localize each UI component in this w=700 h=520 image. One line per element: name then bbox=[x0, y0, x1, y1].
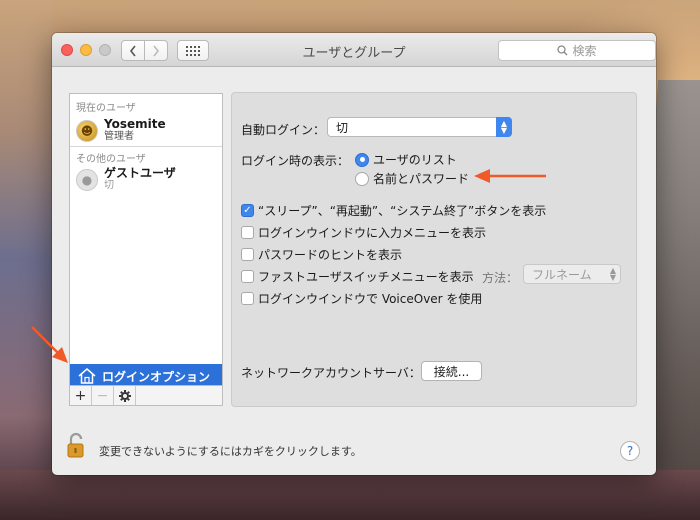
checkbox-icon bbox=[241, 226, 254, 239]
login-options-label: ログインオプション bbox=[102, 369, 211, 384]
user-role: 管理者 bbox=[104, 131, 134, 142]
wallpaper-left bbox=[0, 0, 52, 520]
checkbox-fast-user-switch[interactable]: ファストユーザスイッチメニューを表示 bbox=[241, 268, 474, 285]
display-label: ログイン時の表示： bbox=[241, 154, 350, 168]
unlocked-lock-icon[interactable] bbox=[66, 431, 88, 459]
wallpaper-ground bbox=[0, 470, 700, 520]
user-role: 切 bbox=[104, 180, 114, 191]
checkbox-label: パスワードのヒントを表示 bbox=[258, 248, 403, 262]
checkbox-icon bbox=[241, 248, 254, 261]
radio-selected-icon bbox=[355, 152, 369, 167]
preferences-window: ユーザとグループ 検索 現在のユーザ ☻ Yosemite 管理者 その他のユー… bbox=[52, 33, 656, 475]
checkbox-label: ファストユーザスイッチメニューを表示 bbox=[258, 270, 474, 284]
radio-label: 名前とパスワード bbox=[373, 172, 470, 186]
method-value: フルネーム bbox=[532, 267, 592, 282]
current-users-label: 現在のユーザ bbox=[76, 103, 136, 114]
checkbox-show-buttons[interactable]: ✓ “スリープ”、“再起動”、“システム終了”ボタンを表示 bbox=[241, 202, 546, 219]
user-row-yosemite[interactable]: ☻ Yosemite 管理者 bbox=[76, 118, 166, 143]
checkbox-voiceover[interactable]: ログインウインドウで VoiceOver を使用 bbox=[241, 290, 482, 307]
remove-user-button[interactable]: − bbox=[92, 386, 114, 405]
auto-login-popup[interactable]: 切 ▲ ▼ bbox=[327, 117, 512, 137]
titlebar: ユーザとグループ 検索 bbox=[52, 33, 656, 67]
guest-avatar-icon: ● bbox=[76, 168, 98, 191]
radio-name-password[interactable]: 名前とパスワード bbox=[355, 170, 469, 187]
network-server-label: ネットワークアカウントサーバ： bbox=[241, 366, 421, 380]
other-users-label: その他のユーザ bbox=[76, 154, 146, 165]
search-icon bbox=[557, 45, 568, 56]
auto-login-label: 自動ログイン： bbox=[241, 123, 326, 137]
lock-message: 変更できないようにするにはカギをクリックします。 bbox=[99, 445, 362, 458]
user-row-guest[interactable]: ● ゲストユーザ 切 bbox=[76, 167, 176, 192]
house-icon bbox=[78, 368, 96, 384]
radio-label: ユーザのリスト bbox=[373, 153, 457, 167]
checkmark-icon: ✓ bbox=[241, 204, 254, 217]
checkbox-label: ログインウインドウで VoiceOver を使用 bbox=[258, 292, 483, 306]
checkbox-label: ログインウインドウに入力メニューを表示 bbox=[258, 226, 487, 240]
radio-user-list[interactable]: ユーザのリスト bbox=[355, 151, 457, 168]
user-name: Yosemite bbox=[104, 117, 166, 131]
checkbox-label: “スリープ”、“再起動”、“システム終了”ボタンを表示 bbox=[258, 204, 547, 218]
popup-arrows-icon: ▲ ▼ bbox=[609, 266, 617, 282]
avatar: ☻ bbox=[76, 119, 98, 142]
checkbox-icon bbox=[241, 270, 254, 283]
auto-login-value: 切 bbox=[336, 120, 349, 135]
help-button[interactable]: ? bbox=[620, 441, 640, 461]
add-user-button[interactable]: + bbox=[70, 386, 92, 405]
connect-button[interactable]: 接続... bbox=[421, 361, 482, 381]
gear-icon bbox=[118, 389, 131, 402]
divider bbox=[70, 146, 222, 147]
search-placeholder: 検索 bbox=[572, 44, 597, 58]
action-menu-button[interactable] bbox=[114, 386, 136, 405]
radio-icon bbox=[355, 171, 369, 186]
checkbox-icon bbox=[241, 292, 254, 305]
method-popup[interactable]: フルネーム ▲ ▼ bbox=[523, 264, 621, 284]
user-list-toolbar: + − bbox=[69, 385, 223, 406]
user-name: ゲストユーザ bbox=[104, 166, 176, 180]
login-options-pane: 自動ログイン： 切 ▲ ▼ ログイン時の表示： ユーザのリスト 名前とパスワード … bbox=[231, 92, 637, 407]
checkbox-password-hint[interactable]: パスワードのヒントを表示 bbox=[241, 246, 402, 263]
method-label: 方法： bbox=[482, 271, 519, 285]
checkbox-input-menu[interactable]: ログインウインドウに入力メニューを表示 bbox=[241, 224, 486, 241]
user-list: 現在のユーザ ☻ Yosemite 管理者 その他のユーザ ● ゲストユーザ 切… bbox=[69, 93, 223, 406]
search-field[interactable]: 検索 bbox=[498, 40, 656, 61]
popup-arrows-icon: ▲ ▼ bbox=[496, 117, 512, 137]
